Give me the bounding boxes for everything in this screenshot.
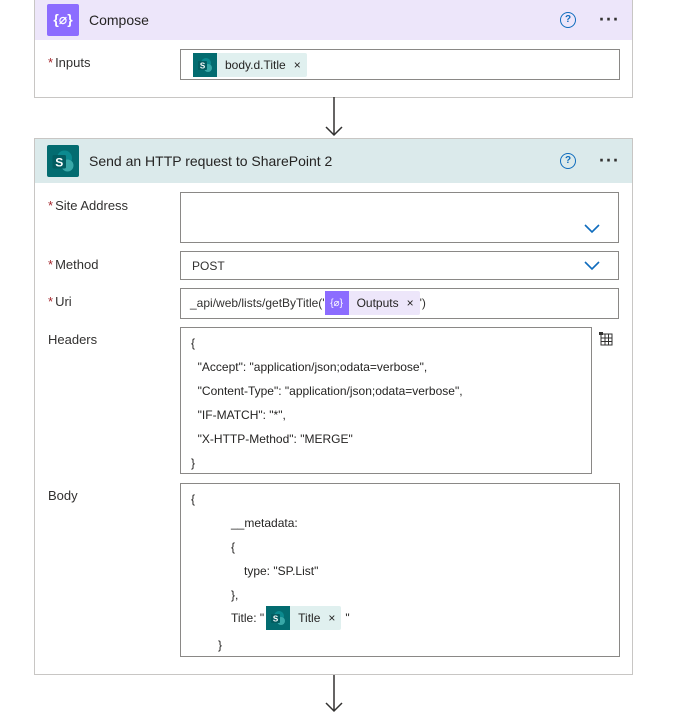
uri-suffix: ') — [419, 296, 426, 310]
body-line: } — [218, 638, 223, 652]
body-line: }, — [231, 588, 239, 602]
sharepoint-icon: S — [266, 606, 291, 630]
svg-text:S: S — [55, 155, 63, 169]
compose-icon: {⌀} — [47, 3, 79, 36]
more-options-icon[interactable]: ··· — [599, 9, 620, 30]
outputs-token[interactable]: {⌀} Outputs × — [324, 291, 420, 315]
headers-line: "X-HTTP-Method": "MERGE" — [191, 432, 353, 446]
more-options-icon[interactable]: ··· — [599, 151, 620, 172]
body-line: { — [231, 540, 236, 554]
body-line: type: "SP.List" — [244, 564, 319, 578]
chevron-down-icon[interactable] — [584, 224, 600, 234]
headers-field[interactable]: { "Accept": "application/json;odata=verb… — [180, 327, 592, 474]
body-title-line: Title: " S Title × " — [231, 606, 350, 630]
site-address-field[interactable] — [180, 192, 619, 243]
uri-label: * Uri — [48, 294, 72, 309]
uri-field[interactable]: _api/web/lists/getByTitle(' {⌀} Outputs … — [180, 288, 619, 319]
remove-token-icon[interactable]: × — [294, 58, 301, 72]
compose-icon: {⌀} — [324, 291, 349, 315]
help-icon[interactable]: ? — [560, 11, 576, 28]
compose-title: Compose — [89, 11, 149, 28]
inputs-label: * Inputs — [48, 55, 91, 70]
remove-token-icon[interactable]: × — [328, 611, 335, 625]
body-label: Body — [48, 488, 78, 503]
headers-line: "Content-Type": "application/json;odata=… — [191, 384, 463, 398]
headers-line: { — [191, 336, 196, 350]
body-line: __metadata: — [231, 516, 298, 530]
svg-text:S: S — [200, 62, 206, 71]
sharepoint-icon: S — [47, 145, 79, 177]
site-address-label: * Site Address — [48, 198, 129, 213]
remove-token-icon[interactable]: × — [407, 296, 414, 310]
compose-action-card: {⌀} Compose ? ··· * Inputs S body.d.Title… — [34, 0, 633, 98]
method-value: POST — [192, 259, 225, 273]
headers-line: "IF-MATCH": "*", — [191, 408, 286, 422]
sharepoint-title: Send an HTTP request to SharePoint 2 — [89, 153, 333, 169]
headers-line: } — [191, 456, 196, 470]
help-icon[interactable]: ? — [560, 153, 576, 169]
body-field[interactable]: { __metadata: { type: "SP.List" }, Title… — [180, 483, 620, 657]
sharepoint-header[interactable]: S Send an HTTP request to SharePoint 2 ?… — [35, 139, 632, 183]
title-token[interactable]: S Title × — [266, 606, 342, 630]
method-select[interactable]: POST — [180, 251, 619, 280]
flow-arrow-icon — [325, 675, 343, 713]
switch-to-table-icon[interactable] — [599, 332, 614, 347]
compose-header[interactable]: {⌀} Compose ? ··· — [35, 0, 632, 40]
body-title-token[interactable]: S body.d.Title × — [193, 53, 307, 77]
uri-prefix: _api/web/lists/getByTitle(' — [190, 296, 325, 310]
sharepoint-http-action-card: S Send an HTTP request to SharePoint 2 ?… — [34, 138, 633, 675]
chevron-down-icon[interactable] — [584, 261, 600, 271]
inputs-field[interactable]: S body.d.Title × — [180, 49, 620, 80]
body-line: { — [191, 492, 196, 506]
headers-label: Headers — [48, 332, 98, 347]
sharepoint-icon: S — [193, 53, 217, 77]
svg-text:S: S — [273, 615, 279, 624]
flow-arrow-icon — [325, 97, 343, 137]
method-label: * Method — [48, 257, 99, 272]
headers-line: "Accept": "application/json;odata=verbos… — [191, 360, 428, 374]
